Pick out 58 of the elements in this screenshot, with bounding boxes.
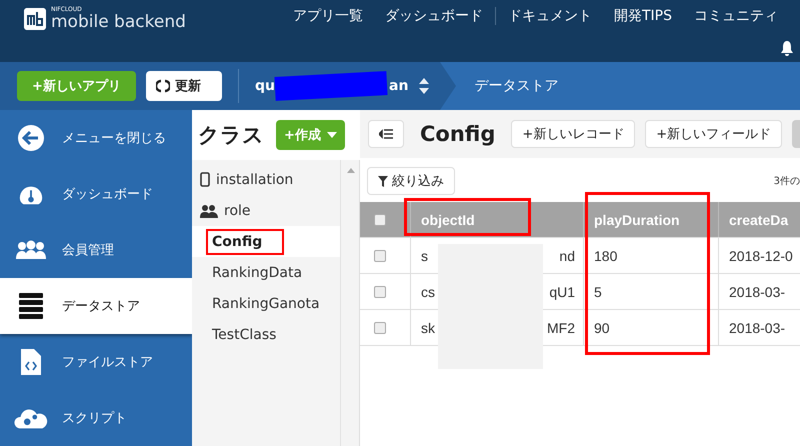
class-item[interactable]: Config [206,228,284,254]
code-file-icon [20,348,42,376]
filter-icon [378,176,388,186]
table-cell: cs [421,284,435,300]
table-cell: 180 [583,238,718,273]
filter-button[interactable]: 絞り込み [367,167,455,195]
bell-icon[interactable] [780,40,794,56]
table-cell: 2018-12-0 [718,238,800,273]
nav-link[interactable]: コミュニティ [694,7,778,25]
app-name[interactable]: qu [255,78,275,94]
nav-link[interactable]: 開発TIPS [614,7,672,25]
table-cell: 90 [583,310,718,345]
menu-item[interactable]: 会員管理 [0,222,192,278]
breadcrumb: データストア [474,77,558,95]
table-cell: nd [559,248,575,264]
class-item[interactable]: installation [216,172,294,188]
phone-icon [200,172,210,187]
toolbar-button[interactable]: +新しいレコード [511,120,636,148]
record-count: 3件の [774,175,800,188]
menu-item[interactable]: メニューを閉じる [0,110,192,166]
refresh-button[interactable]: 更新 [146,71,222,101]
class-item[interactable]: RankingGanota [212,296,320,312]
nav-link[interactable]: アプリ一覧 [292,7,363,25]
row-checkbox[interactable] [374,286,386,298]
sort-icon[interactable] [418,77,430,95]
row-checkbox[interactable] [374,322,386,334]
table-cell: sk [421,320,435,336]
logo-text: mobile backend [51,13,186,31]
select-all-checkbox[interactable] [374,214,386,226]
class-title: Config [420,122,496,146]
row-checkbox[interactable] [374,250,386,262]
menu-item[interactable]: スクリプト [0,390,192,446]
panel-title: クラス [198,122,264,149]
scroll-up-icon[interactable] [346,168,354,173]
table-cell: MF2 [547,320,575,336]
app-name[interactable]: an [389,78,408,94]
collapse-icon [379,129,393,139]
table-cell: 2018-03- [718,310,800,345]
caret-icon [326,132,337,138]
table-cell: 2018-03- [718,274,800,309]
class-item[interactable]: role [224,202,251,218]
menu-item[interactable]: データストア [0,278,192,334]
people-icon [16,240,46,260]
refresh-icon [156,79,170,93]
nav-link[interactable]: ドキュメント [508,7,592,25]
class-item[interactable]: RankingData [212,264,302,280]
people-icon [200,204,218,218]
toolbar-button[interactable]: +新しいフィールド [645,120,782,148]
menu-item[interactable]: ダッシュボード [0,166,192,222]
menu-item[interactable]: ファイルストア [0,334,192,390]
class-item[interactable]: TestClass [212,326,276,342]
logo-icon [24,8,46,30]
table-cell: s [421,248,428,264]
table-cell: qU1 [549,284,575,300]
table-cell: 5 [583,274,718,309]
server-icon [19,293,43,319]
collapse-button[interactable] [368,120,404,148]
nav-link[interactable]: ダッシュボード [384,7,483,25]
